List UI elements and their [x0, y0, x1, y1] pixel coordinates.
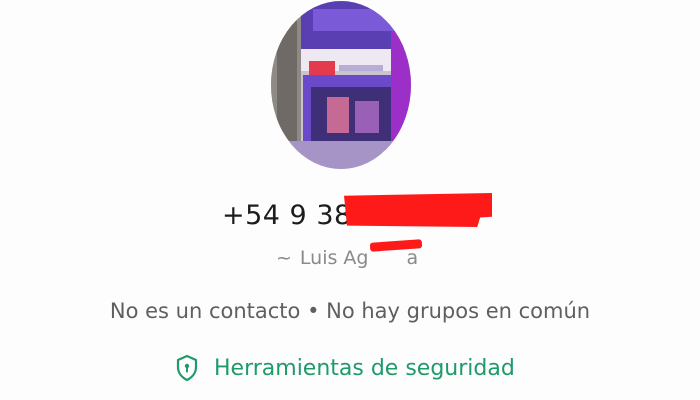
contact-info-line: No es un contacto • No hay grupos en com…: [109, 299, 591, 323]
storefront-photo: [271, 1, 411, 169]
security-tools-button[interactable]: Herramientas de seguridad: [174, 350, 515, 386]
display-name-prefix: ~: [276, 247, 292, 269]
phone-number-redaction: [344, 193, 492, 227]
display-name-end: a: [406, 247, 419, 269]
contact-profile-screen: +54 9 381 ~ Luis Ag a No es un contacto …: [0, 0, 700, 400]
display-name-start: Luis Ag: [299, 247, 369, 269]
security-tools-label: Herramientas de seguridad: [214, 355, 515, 381]
shield-lock-icon: [174, 353, 200, 383]
profile-photo[interactable]: [271, 1, 411, 169]
